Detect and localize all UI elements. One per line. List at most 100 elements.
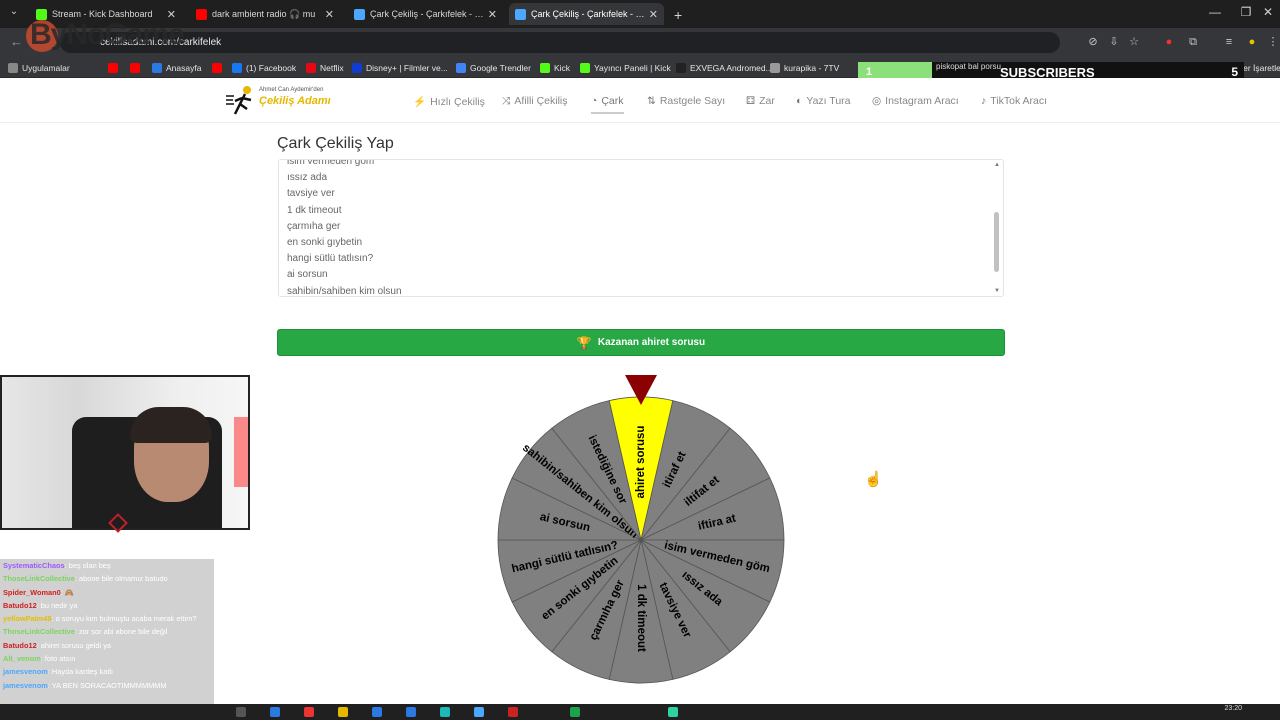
browser-toolbar: ← → cekilisadami.com/carkifelek ⊘ ⇩ ☆ ● … <box>0 28 1280 57</box>
entry-line: ai sorsun <box>287 269 328 281</box>
nav-pie[interactable]: ◔ Çark <box>591 95 624 114</box>
nav-shuffle[interactable]: ⤨ Afilli Çekiliş <box>502 95 568 108</box>
new-tab-button[interactable]: + <box>668 4 686 26</box>
chat-text: : YA BEN SORACAOTIMMMMMMM <box>47 680 167 690</box>
nav-bolt[interactable]: ⚡ Hızlı Çekiliş <box>413 95 485 108</box>
bookmark-icon <box>456 62 466 73</box>
taskbar-app-icon[interactable] <box>570 707 580 717</box>
prize-wheel[interactable]: ahiret sorusu itiraf etiltifat etiftira a… <box>490 370 790 690</box>
webcam-feed <box>0 375 250 530</box>
bookmark-item[interactable]: Anasayfa <box>152 60 201 75</box>
taskbar-app-icon[interactable] <box>508 707 518 717</box>
bookmark-icon <box>306 62 316 73</box>
install-icon[interactable]: ⇩ <box>1107 35 1121 49</box>
nav-label: Zar <box>759 95 775 107</box>
tab-title: Çark Çekiliş - Çarkıfelek - Hızlı Ç <box>531 9 645 19</box>
tab-close-icon[interactable]: ✕ <box>488 8 497 21</box>
bookmark-label: (1) Facebook <box>246 62 297 73</box>
nav-label: TikTok Aracı <box>990 95 1048 107</box>
youtube-bookmark-icon[interactable] <box>108 60 122 75</box>
winner-button[interactable]: 🏆 Kazanan ahiret sorusu <box>277 329 1005 356</box>
nav-tiktok[interactable]: ♪ TikTok Aracı <box>981 95 1047 107</box>
restore-icon[interactable]: ❐ <box>1236 5 1256 19</box>
tab-close-icon[interactable]: ✕ <box>325 8 334 21</box>
nav-sort[interactable]: ⇅ Rastgele Sayı <box>647 95 725 107</box>
scroll-down-icon[interactable]: ▼ <box>994 288 1000 294</box>
chat-message: ThoseLinkCollective: zor sor abi abone b… <box>0 625 214 638</box>
sort-icon: ⇅ <box>647 95 656 107</box>
bookmark-item[interactable]: (1) Facebook <box>232 60 296 75</box>
chat-username: SystematicChaos <box>3 561 65 570</box>
puzzle-icon[interactable]: ⧉ <box>1186 35 1200 49</box>
bookmark-item[interactable]: kurapika - 7TV <box>770 60 839 75</box>
bookmark-icon <box>8 62 18 73</box>
entries-textarea[interactable]: isim vermeden göm ıssız ada tavsiye ver 1 d… <box>278 159 1004 297</box>
browser-tab[interactable]: Çark Çekiliş - Çarkıfelek - Hızlı Ç ✕ <box>348 3 503 25</box>
reading-list-icon[interactable]: ≡ <box>1222 35 1236 49</box>
wheel-segment-label: 1 dk timeout <box>635 584 647 652</box>
bookmark-label: Uygulamalar <box>22 62 70 73</box>
chat-username: ThoseLinkCollective <box>3 627 75 637</box>
bookmark-icon <box>676 62 686 73</box>
bookmark-icon <box>770 62 780 73</box>
tab-search-icon[interactable]: ⌄ <box>4 6 24 17</box>
menu-icon[interactable]: ⋮ <box>1266 35 1280 49</box>
bookmark-label: EXVEGA Andromed... <box>690 62 773 73</box>
taskbar-app-icon[interactable] <box>236 707 246 717</box>
taskbar-app-icon[interactable] <box>474 707 484 717</box>
taskbar-app-icon[interactable] <box>304 707 314 717</box>
tab-favicon-icon <box>196 8 207 20</box>
tab-title: dark ambient radio 🎧 mu <box>212 8 316 19</box>
bookmark-item[interactable]: Netflix <box>306 60 344 75</box>
instagram-icon: ◎ <box>872 95 882 107</box>
chat-message: SystematicChaos: beş olan beş <box>0 559 214 572</box>
bookmark-item[interactable]: piskopat bal porsu... <box>936 62 1008 71</box>
bookmark-item[interactable]: EXVEGA Andromed... <box>676 60 773 75</box>
site-logo[interactable]: Ahmet Can Aydemir'den Çekiliş Adamı <box>225 84 335 118</box>
bookmark-item[interactable]: Kick <box>540 60 570 75</box>
chat-username: Batudo12 <box>3 600 37 610</box>
bookmark-item[interactable]: Uygulamalar <box>8 60 70 75</box>
star-icon[interactable]: ☆ <box>1127 35 1141 49</box>
tab-title: Çark Çekiliş - Çarkıfelek - Hızlı Ç <box>370 9 484 19</box>
bookmark-item[interactable]: Google Trendler <box>456 60 531 75</box>
taskbar-app-icon[interactable] <box>668 707 678 717</box>
taskbar-app-icon[interactable] <box>406 707 416 717</box>
address-bar[interactable]: cekilisadami.com/carkifelek <box>60 32 1060 53</box>
chat-username: jamesvenom <box>3 680 48 690</box>
chat-message: Spider_Woman0: 🙈 <box>0 586 214 599</box>
entry-line: tavsiye ver <box>287 188 335 200</box>
browser-tab[interactable]: Çark Çekiliş - Çarkıfelek - Hızlı Ç ✕ <box>509 3 664 25</box>
shuffle-icon: ⤨ <box>502 95 511 107</box>
close-window-icon[interactable]: ✕ <box>1258 5 1278 19</box>
scroll-up-icon[interactable]: ▲ <box>994 162 1000 168</box>
youtube-bookmark-icon[interactable] <box>130 60 144 75</box>
chat-username: yellowPalm49 <box>3 614 52 624</box>
nav-label: Afilli Çekiliş <box>514 95 568 107</box>
entries-scrollbar[interactable]: ▲ ▼ <box>993 162 1001 294</box>
tab-close-icon[interactable]: ✕ <box>649 8 658 21</box>
nav-coin[interactable]: ◐ Yazı Tura <box>796 95 851 107</box>
taskbar-app-icon[interactable] <box>338 707 348 717</box>
nav-label: Çark <box>601 95 624 107</box>
chat-message: ThoseLinkCollective: abone bile olmamız … <box>0 572 214 585</box>
entry-line: hangi sütlü tatlısın? <box>287 253 374 265</box>
bookmark-item[interactable]: Disney+ | Filmler ve... <box>352 60 448 75</box>
taskbar-app-icon[interactable] <box>372 707 382 717</box>
scrollbar-thumb[interactable] <box>994 212 999 272</box>
browser-tab-strip: ⌄ Stream - Kick Dashboard ✕ dark ambient r… <box>0 0 1280 28</box>
nav-instagram[interactable]: ◎ Instagram Aracı <box>872 95 959 107</box>
nav-label: Instagram Aracı <box>885 95 959 107</box>
extension-icon[interactable]: ● <box>1162 35 1176 49</box>
pie-icon: ◔ <box>591 95 598 107</box>
browser-tab[interactable]: dark ambient radio 🎧 mu ✕ <box>190 3 340 25</box>
taskbar-app-icon[interactable] <box>270 707 280 717</box>
bookmark-item[interactable]: Yayıncı Paneli | Kick <box>580 60 671 75</box>
youtube-bookmark-icon[interactable] <box>212 60 226 75</box>
eye-off-icon[interactable]: ⊘ <box>1086 35 1100 49</box>
nav-dice[interactable]: ⚃ Zar <box>746 95 775 107</box>
taskbar-app-icon[interactable] <box>440 707 450 717</box>
minimize-icon[interactable]: — <box>1205 5 1225 19</box>
profile-avatar[interactable]: ● <box>1245 35 1259 49</box>
back-icon[interactable]: ← <box>10 34 23 49</box>
